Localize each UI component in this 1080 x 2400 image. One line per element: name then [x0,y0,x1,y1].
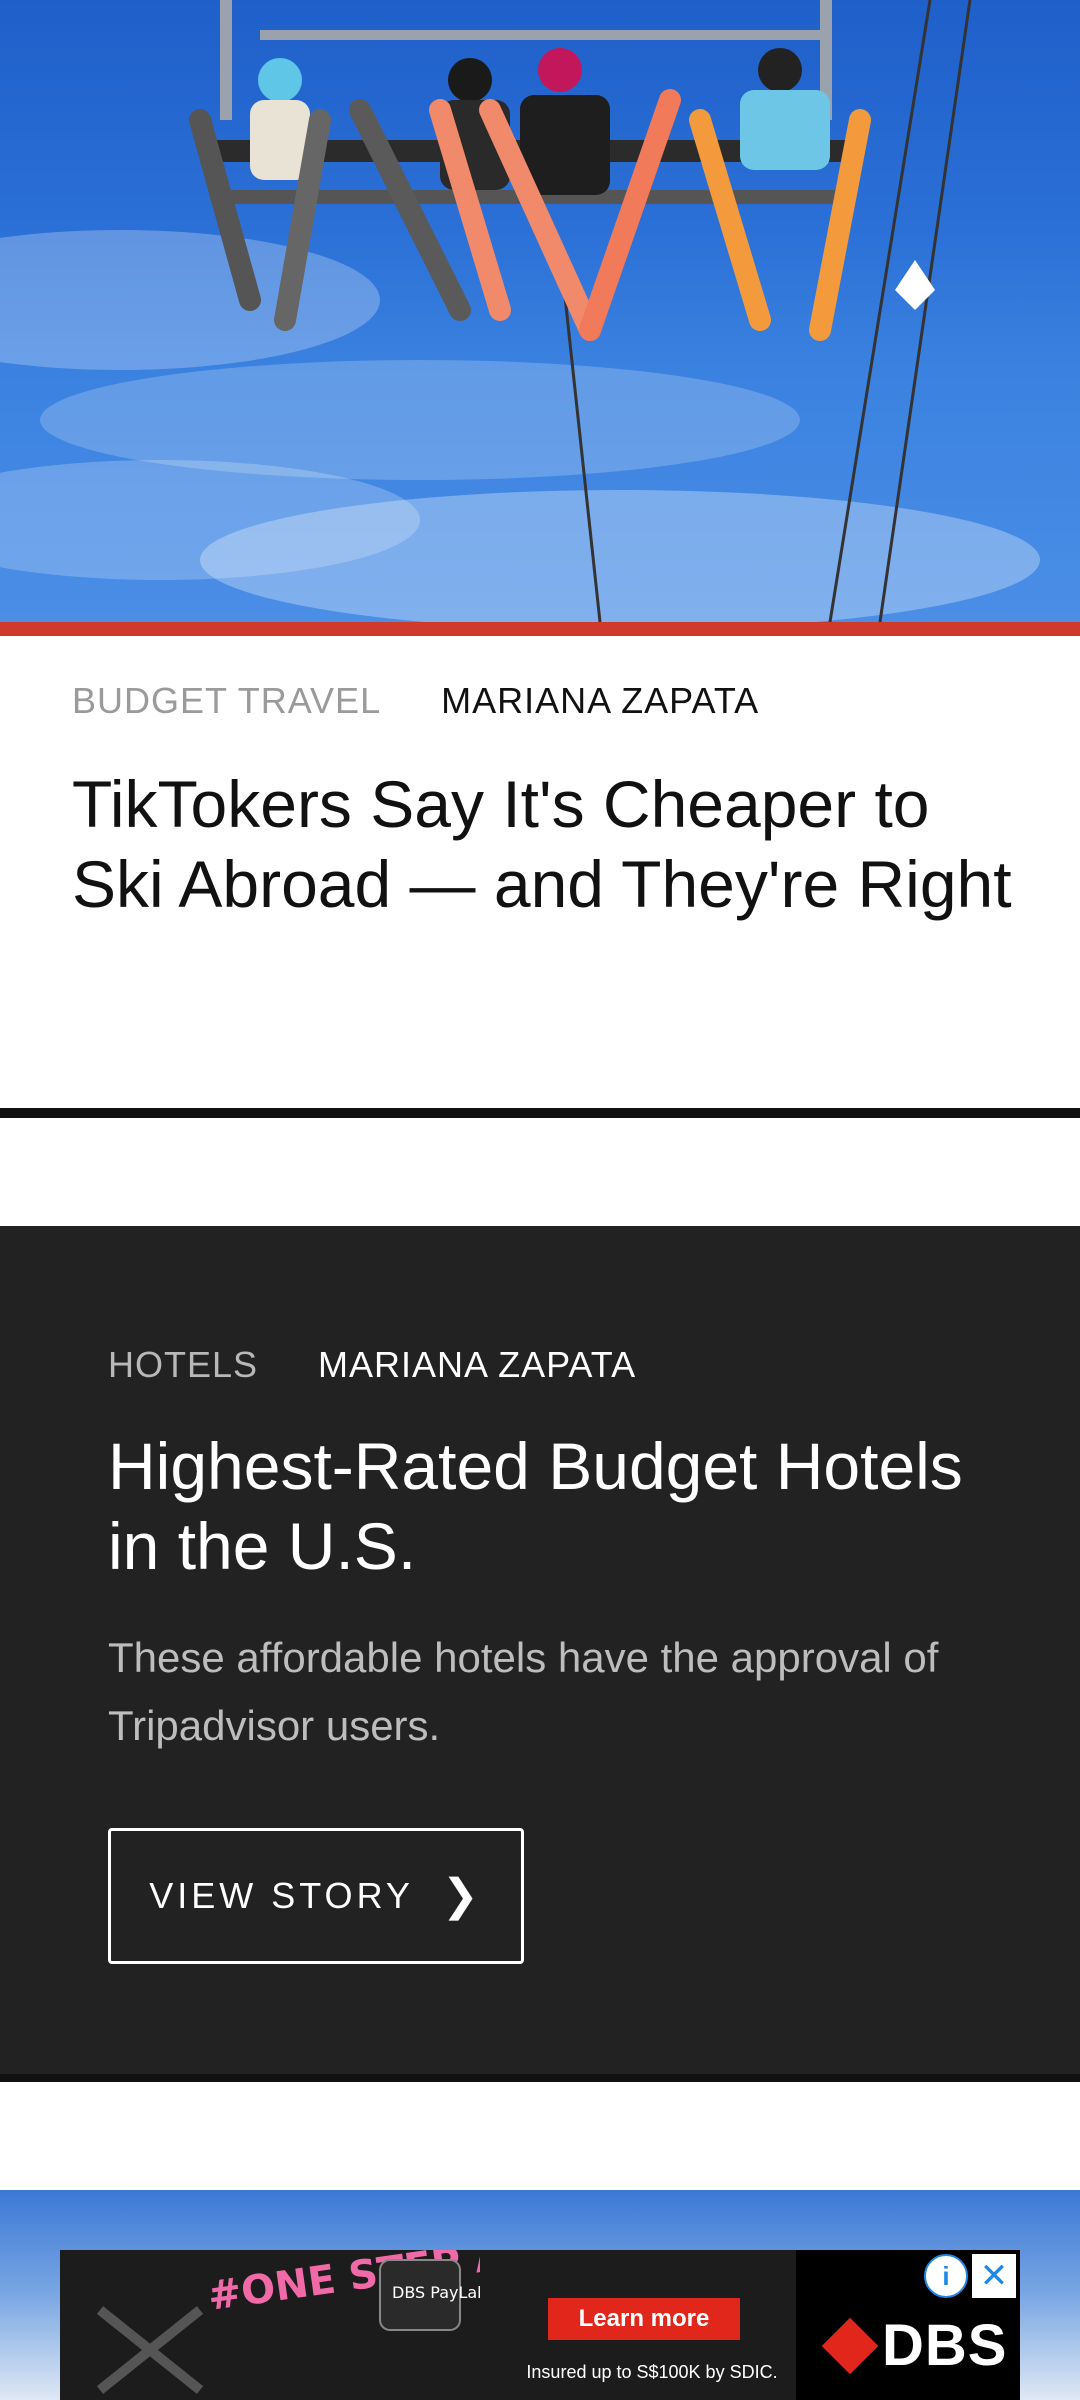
story-headline[interactable]: TikTokers Say It's Cheaper to Ski Abroad… [72,764,1032,924]
author-name[interactable]: MARIANA ZAPATA [441,680,759,722]
section-divider [0,1108,1080,1118]
story-card-ski-abroad[interactable]: BUDGET TRAVEL MARIANA ZAPATA TikTokers S… [0,636,1080,1110]
view-story-label: VIEW STORY [149,1875,414,1916]
ad-banner[interactable]: #ONE STEP AHEAD DBS PayLah! Learn more I… [60,2250,1020,2400]
ad-disclaimer: Insured up to S$100K by SDIC. [526,2362,778,2382]
hero-illustration [0,0,1040,622]
story-meta: BUDGET TRAVEL MARIANA ZAPATA [72,680,759,722]
story-headline[interactable]: Highest-Rated Budget Hotels in the U.S. [108,1426,988,1586]
story-meta: HOTELS MARIANA ZAPATA [108,1344,636,1386]
author-name[interactable]: MARIANA ZAPATA [318,1344,636,1386]
ad-badge-text: DBS PayLah! [392,2283,480,2302]
story-card-budget-hotels[interactable]: HOTELS MARIANA ZAPATA Highest-Rated Budg… [0,1226,1080,2074]
ad-brand-name: DBS [882,2313,1008,2378]
hero-accent-bar [0,622,1080,636]
ad-artwork: #ONE STEP AHEAD DBS PayLah! [96,2250,480,2394]
info-icon[interactable]: i [924,2254,968,2298]
close-icon[interactable]: ✕ [972,2254,1016,2298]
category-label[interactable]: HOTELS [108,1344,258,1386]
section-divider [0,2074,1080,2082]
story-description: These affordable hotels have the approva… [108,1634,939,1749]
view-story-button[interactable]: VIEW STORY ❯ [108,1828,524,1964]
ad-learn-more-button[interactable]: Learn more [548,2298,740,2340]
chevron-right-icon: ❯ [441,1871,483,1920]
hero-image[interactable] [0,0,1080,622]
category-label[interactable]: BUDGET TRAVEL [72,680,381,722]
page: BUDGET TRAVEL MARIANA ZAPATA TikTokers S… [0,0,1080,2400]
